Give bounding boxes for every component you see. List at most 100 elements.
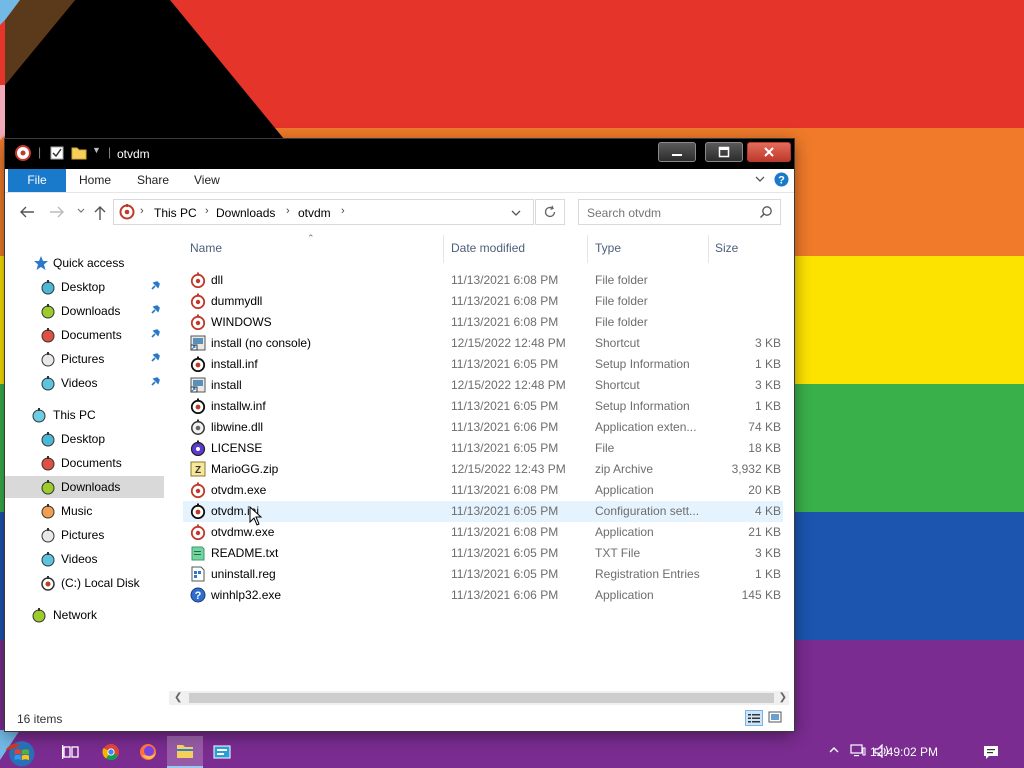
tab-file[interactable]: File [8,169,66,192]
nav-quick-access[interactable]: Quick access [5,252,164,274]
nav-pc-downloads[interactable]: Downloads [5,476,164,498]
nav-this-pc[interactable]: This PC [5,404,164,426]
nav-pc-music[interactable]: Music [5,500,164,522]
up-arrow-icon[interactable] [93,205,107,221]
nav-pc-pictures[interactable]: Pictures [5,524,164,546]
address-dropdown-chevron-icon[interactable] [510,208,522,218]
scrollbar-thumb[interactable] [189,693,774,703]
file-row[interactable]: LICENSE 11/13/2021 6:05 PM File 18 KB [183,438,783,459]
file-size: 74 KB [748,420,781,434]
sort-ascending-icon: ⌃ [307,233,315,243]
tab-home[interactable]: Home [69,169,121,192]
column-header-size[interactable]: Size [715,241,738,255]
otvdm-app-icon[interactable] [15,145,31,161]
address-bar[interactable]: › This PC › Downloads › otvdm › [113,199,534,225]
ini-icon [190,503,206,519]
winhlp-icon[interactable] [204,736,240,768]
details-view-icon[interactable] [745,710,763,726]
title-bar[interactable]: | ▼ | otvdm [5,139,794,169]
file-row[interactable]: uninstall.reg 11/13/2021 6:05 PM Registrat… [183,564,783,585]
breadcrumb-this-pc[interactable]: This PC [154,206,197,220]
tab-view[interactable]: View [184,169,230,192]
file-row[interactable]: dll 11/13/2021 6:08 PM File folder [183,270,783,291]
file-row[interactable]: Z MarioGG.zip 12/15/2022 12:43 PM zip Archi… [183,459,783,480]
search-input[interactable] [585,204,757,222]
recent-locations-chevron-icon[interactable] [76,206,86,216]
show-hidden-icons-chevron-icon[interactable] [828,744,840,756]
file-row[interactable]: README.txt 11/13/2021 6:05 PM TXT File 3 KB [183,543,783,564]
file-size: 1 KB [754,567,781,581]
nav-quick-desktop[interactable]: Desktop [5,276,164,298]
file-row[interactable]: WINDOWS 11/13/2021 6:08 PM File folder [183,312,783,333]
file-size: 21 KB [748,525,781,539]
forward-arrow-icon[interactable] [49,205,65,219]
column-header-name[interactable]: Name [190,241,222,255]
nav-pc-videos[interactable]: Videos [5,548,164,570]
chrome-icon[interactable] [93,736,129,768]
new-folder-icon[interactable] [71,145,87,161]
maximize-button[interactable] [705,142,743,162]
nav-quick-pictures[interactable]: Pictures [5,348,164,370]
breadcrumb-downloads[interactable]: Downloads [216,206,275,220]
column-header-type[interactable]: Type [595,241,621,255]
file-row[interactable]: ? winhlp32.exe 11/13/2021 6:06 PM Applicati… [183,585,783,606]
large-icons-view-icon[interactable] [767,710,785,726]
file-explorer-icon[interactable] [167,736,203,768]
nav-quick-documents[interactable]: Documents [5,324,164,346]
help-icon[interactable]: ? [774,172,789,187]
scroll-left-arrow-icon[interactable]: ❮ [174,692,182,703]
file-size: 3,932 KB [731,462,781,476]
file-name: libwine.dll [211,420,264,434]
nav-label: Quick access [53,256,125,270]
column-divider[interactable] [708,235,709,263]
properties-icon[interactable] [49,145,65,161]
refresh-button[interactable] [535,199,565,225]
start-icon[interactable] [2,736,38,768]
clock[interactable]: 12:49:02 PM [870,745,938,759]
nav-quick-downloads[interactable]: Downloads [5,300,164,322]
file-row[interactable]: install 12/15/2022 12:48 PM Shortcut 3 KB [183,375,783,396]
search-icon[interactable] [759,205,773,219]
column-header-date[interactable]: Date modified [451,241,525,255]
file-name: installw.inf [211,399,266,413]
desktop-icon [40,431,56,447]
file-type: Application [595,483,654,497]
close-button[interactable] [747,142,791,162]
exe-icon [190,524,206,540]
file-size: 3 KB [754,336,781,350]
firefox-icon[interactable] [130,736,166,768]
nav-label: Downloads [61,304,121,318]
back-arrow-icon[interactable] [19,205,35,219]
column-divider[interactable] [587,235,588,263]
customize-toolbar-chevron-icon[interactable]: ▼ [92,145,101,155]
window-title: otvdm [117,147,150,161]
nav-pc-documents[interactable]: Documents [5,452,164,474]
file-name: otvdmw.exe [211,525,275,539]
expand-ribbon-chevron-icon[interactable] [754,173,766,185]
network-tray-icon[interactable] [850,744,866,758]
horizontal-scrollbar[interactable]: ❮ ❯ [169,691,789,705]
file-row[interactable]: otvdm.exe 11/13/2021 6:08 PM Application 20… [183,480,783,501]
nav-pc-local-disk[interactable]: (C:) Local Disk [5,572,164,594]
nav-pc-desktop[interactable]: Desktop [5,428,164,450]
file-row[interactable]: dummydll 11/13/2021 6:08 PM File folder [183,291,783,312]
file-row[interactable]: otvdmw.exe 11/13/2021 6:08 PM Application 2… [183,522,783,543]
file-row[interactable]: install.inf 11/13/2021 6:05 PM Setup Infor… [183,354,783,375]
scroll-right-arrow-icon[interactable]: ❯ [779,692,787,703]
file-row[interactable]: libwine.dll 11/13/2021 6:06 PM Application… [183,417,783,438]
nav-quick-videos[interactable]: Videos [5,372,164,394]
search-box[interactable] [578,199,781,225]
desktop-icon [40,279,56,295]
file-row[interactable]: install (no console) 12/15/2022 12:48 PM S… [183,333,783,354]
task-view-icon[interactable] [53,736,89,768]
file-row[interactable]: installw.inf 11/13/2021 6:05 PM Setup Info… [183,396,783,417]
file-row[interactable]: otvdm.ini 11/13/2021 6:05 PM Configuration… [183,501,783,522]
tab-share[interactable]: Share [127,169,179,192]
notifications-icon[interactable] [983,744,999,760]
column-divider[interactable] [443,235,444,263]
file-date: 12/15/2022 12:48 PM [451,378,566,392]
minimize-button[interactable] [658,142,696,162]
breadcrumb-otvdm[interactable]: otvdm [298,206,331,220]
dll-icon [190,419,206,435]
nav-network[interactable]: Network [5,604,164,626]
